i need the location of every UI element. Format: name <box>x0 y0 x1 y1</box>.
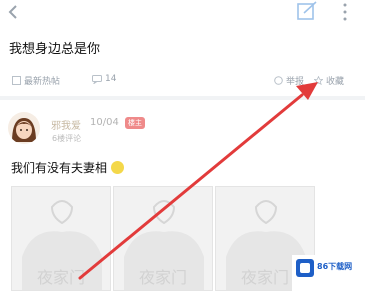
watermark-logo-icon <box>296 259 314 277</box>
thumbnail-caption: 夜家门 <box>36 268 85 287</box>
meta-hot-label: 最新热帖 <box>24 77 61 87</box>
star-icon <box>314 76 323 85</box>
reply-username[interactable]: 邪我爱 <box>51 117 81 132</box>
meta-favorite[interactable]: 收藏 <box>314 74 344 87</box>
image-thumbnail-1[interactable]: 夜家门 <box>11 186 111 291</box>
thumbnail-caption: 夜家门 <box>138 268 187 287</box>
back-chevron-icon[interactable] <box>5 3 23 21</box>
reply-time: 10/04 <box>90 117 119 128</box>
post-title: 我想身边总是你 <box>9 42 101 57</box>
avatar[interactable] <box>8 112 40 144</box>
reply-floor: 6楼评论 <box>52 134 82 143</box>
more-vertical-icon[interactable] <box>340 2 350 22</box>
report-icon <box>274 76 283 85</box>
share-edit-icon[interactable] <box>296 1 318 21</box>
section-divider <box>0 96 365 100</box>
comment-count: 14 <box>105 74 117 84</box>
image-thumbnail-2[interactable]: 夜家门 <box>113 186 213 291</box>
author-badge: 楼主 <box>125 117 145 129</box>
post-meta-row: 最新热帖 14 举报 收藏 <box>0 68 365 90</box>
meta-report[interactable]: 举报 <box>274 74 304 87</box>
tag-icon <box>12 76 21 85</box>
avatar-image <box>8 112 40 144</box>
comment-icon <box>92 74 102 84</box>
watermark: 86下载网 <box>292 255 365 291</box>
watermark-text: 86下载网 <box>317 262 353 271</box>
smiley-emoji-icon <box>111 161 125 174</box>
reply-text: 我们有没有夫妻相 <box>11 161 108 175</box>
meta-report-label: 举报 <box>286 77 305 87</box>
meta-favorite-label: 收藏 <box>326 77 345 87</box>
top-bar <box>0 0 365 26</box>
meta-comments[interactable]: 14 <box>92 74 116 84</box>
reply-content: 我们有没有夫妻相 <box>11 159 125 176</box>
meta-hot-tag[interactable]: 最新热帖 <box>12 74 60 87</box>
